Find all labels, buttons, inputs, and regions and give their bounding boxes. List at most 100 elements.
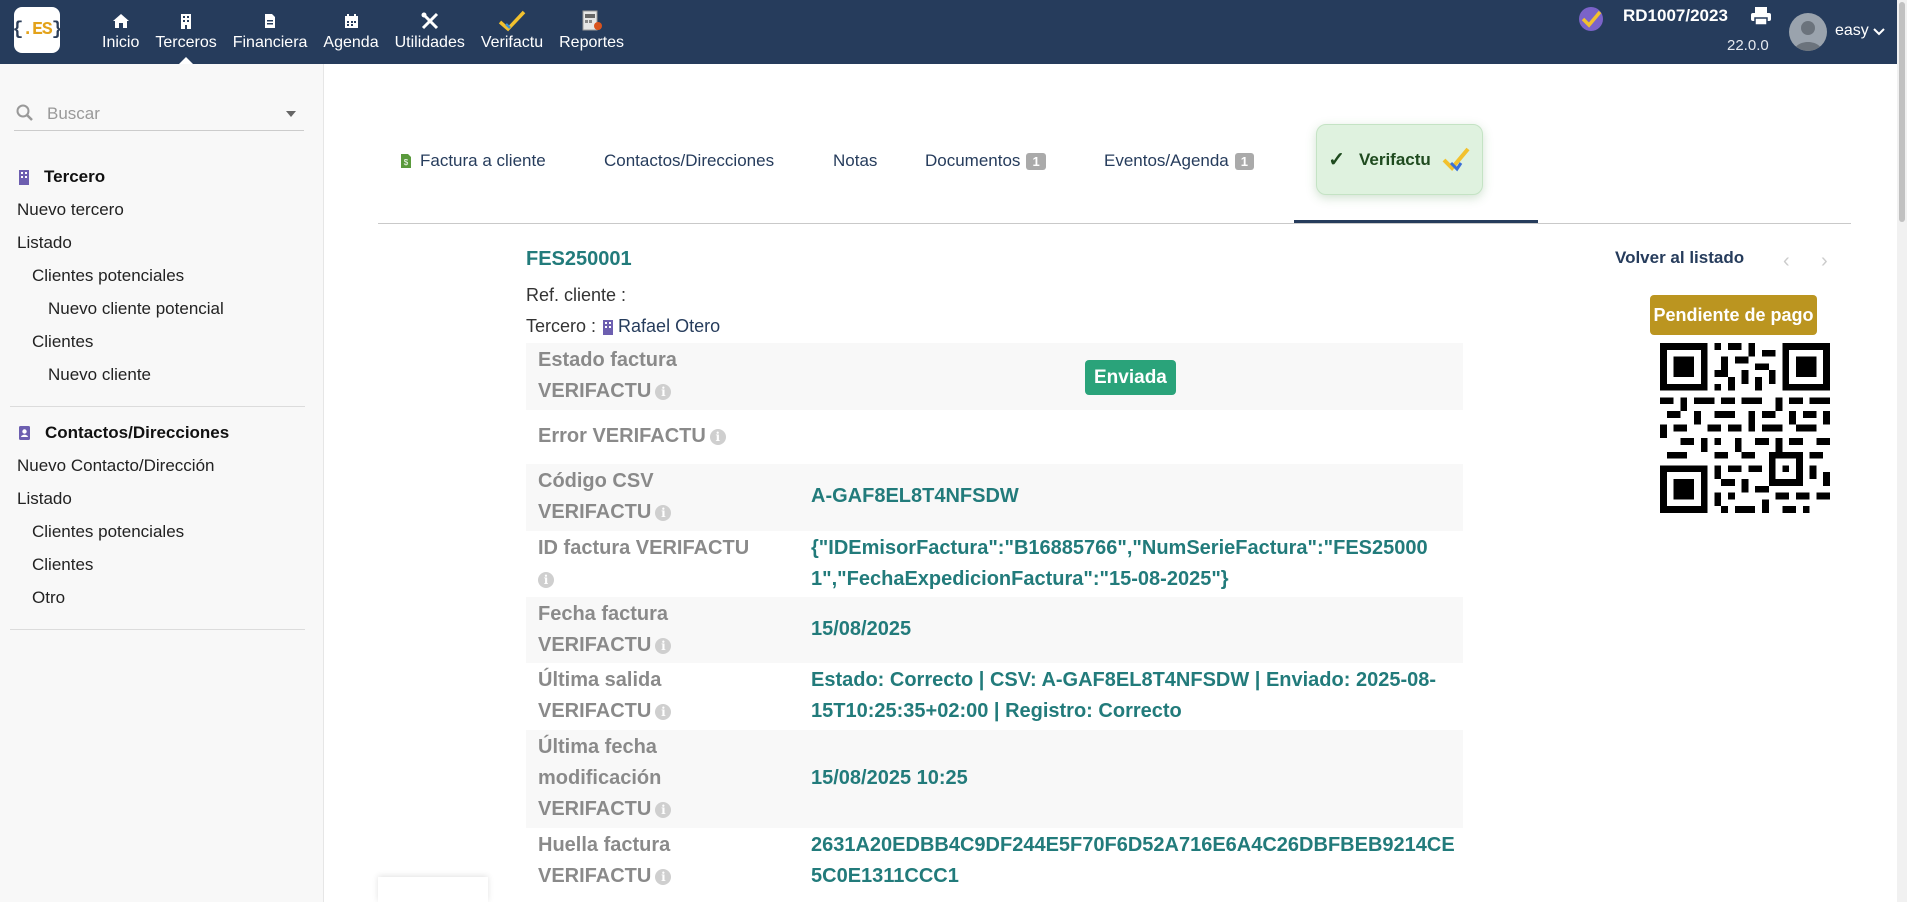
sidebar-item-otro[interactable]: Otro	[10, 581, 305, 614]
building-icon	[19, 169, 29, 185]
menu-label: Terceros	[155, 34, 217, 51]
field-label: Estado factura VERIFACTU i	[538, 349, 677, 402]
field-row-huella: Huella factura VERIFACTU i 2631A20EDBB4C9D…	[526, 828, 1463, 898]
address-book-icon	[19, 425, 30, 440]
sent-badge: Enviada	[1085, 360, 1176, 395]
page-scrollbar[interactable]	[1897, 0, 1907, 902]
info-icon[interactable]: i	[655, 801, 672, 818]
field-value: A-GAF8EL8T4NFSDW	[811, 485, 1019, 507]
sidebar-item-clientes-potenciales[interactable]: Clientes potenciales	[10, 259, 305, 292]
report-icon	[581, 10, 603, 32]
field-row-estado: Estado factura VERIFACTU i Enviada	[526, 343, 1463, 410]
menu-label: Reportes	[559, 34, 625, 51]
tab-verifactu[interactable]: ✓ Verifactu	[1316, 124, 1483, 195]
info-icon[interactable]: i	[655, 868, 672, 885]
user-avatar[interactable]	[1789, 13, 1827, 51]
tab-label: Documentos	[925, 151, 1021, 170]
menu-label: Agenda	[323, 34, 379, 51]
back-to-list-link[interactable]: Volver al listado	[1615, 248, 1744, 268]
field-value: 15/08/2025	[811, 618, 912, 640]
sidebar-item-clientes[interactable]: Clientes	[10, 325, 305, 358]
info-icon[interactable]: i	[538, 571, 554, 588]
active-tab-indicator	[1294, 220, 1538, 223]
left-sidebar: Buscar Tercero Nuevo tercero Listado Cli…	[0, 64, 324, 902]
top-navbar: {.ES} Inicio Terceros Financiera Agenda …	[0, 0, 1907, 64]
menu-label: Verifactu	[480, 34, 544, 51]
checkmark-icon: ✓	[1328, 149, 1345, 171]
field-label: Última salida VERIFACTU i	[538, 665, 783, 727]
logo-text: {.ES}	[12, 20, 62, 40]
invoice-ref: FES250001	[526, 248, 632, 270]
field-row-error: Error VERIFACTU i	[526, 410, 1463, 464]
user-name[interactable]: easy	[1835, 22, 1869, 40]
verifactu-fields-table: Estado factura VERIFACTU i Enviada Error V…	[526, 343, 1463, 898]
verifactu-status-icon[interactable]	[1576, 4, 1606, 39]
main-menu: Inicio Terceros Financiera Agenda Utilid…	[94, 0, 632, 64]
info-icon[interactable]: i	[655, 703, 672, 720]
sidebar-title-label: Contactos/Direcciones	[45, 422, 230, 442]
menu-terceros[interactable]: Terceros	[147, 0, 224, 64]
caret-down-icon[interactable]	[286, 111, 296, 117]
field-label: Error VERIFACTU i	[538, 421, 783, 452]
tab-bar: $ Factura a cliente Contactos/Direccione…	[378, 122, 1851, 224]
menu-inicio[interactable]: Inicio	[94, 0, 147, 64]
scrollbar-thumb[interactable]	[1899, 2, 1905, 222]
sidebar-item-clientes-potenciales[interactable]: Clientes potenciales	[10, 515, 305, 548]
sidebar-title-tercero[interactable]: Tercero	[10, 160, 305, 193]
tab-label: Verifactu	[1358, 149, 1431, 169]
app-logo[interactable]: {.ES}	[12, 7, 63, 53]
info-icon[interactable]: i	[655, 504, 672, 521]
invoice-icon: $	[401, 154, 411, 168]
sidebar-item-nuevo-contacto[interactable]: Nuevo Contacto/Dirección	[10, 449, 305, 482]
menu-financiera[interactable]: Financiera	[225, 0, 316, 64]
sidebar-item-clientes[interactable]: Clientes	[10, 548, 305, 581]
sidebar-item-nuevo-cliente-potencial[interactable]: Nuevo cliente potencial	[10, 292, 305, 325]
search-input[interactable]: Buscar	[47, 104, 100, 124]
tab-documentos[interactable]: Documentos 1	[925, 146, 1046, 176]
chevron-right-icon[interactable]: ›	[1821, 250, 1828, 273]
floating-panel[interactable]	[378, 877, 488, 902]
tab-notas[interactable]: Notas	[833, 146, 877, 176]
tab-label: Eventos/Agenda	[1104, 151, 1229, 170]
field-label: Huella factura VERIFACTU i	[538, 834, 672, 887]
version-label: 22.0.0	[1727, 37, 1769, 54]
field-label: Fecha factura VERIFACTU i	[538, 599, 783, 661]
tercero-label: Tercero :	[526, 316, 597, 336]
document-icon	[264, 10, 276, 32]
tools-icon	[421, 10, 439, 32]
tercero-link[interactable]: Rafael Otero	[618, 316, 720, 337]
menu-utilidades[interactable]: Utilidades	[387, 0, 473, 64]
tab-contactos[interactable]: Contactos/Direcciones	[604, 146, 774, 176]
info-icon[interactable]: i	[709, 428, 726, 445]
info-icon[interactable]: i	[655, 383, 672, 400]
field-value: {"IDEmisorFactura":"B16885766","NumSerie…	[811, 537, 1428, 590]
menu-agenda[interactable]: Agenda	[315, 0, 386, 64]
field-row-fecha: Fecha factura VERIFACTU i 15/08/2025	[526, 597, 1463, 663]
menu-verifactu[interactable]: Verifactu	[473, 0, 551, 64]
field-row-salida: Última salida VERIFACTU i Estado: Correcto…	[526, 663, 1463, 730]
sidebar-item-listado[interactable]: Listado	[10, 482, 305, 515]
sidebar-item-nuevo-tercero[interactable]: Nuevo tercero	[10, 193, 305, 226]
tab-label: Contactos/Direcciones	[604, 151, 775, 170]
menu-label: Utilidades	[394, 34, 465, 51]
sidebar-item-listado[interactable]: Listado	[10, 226, 305, 259]
info-icon[interactable]: i	[655, 637, 672, 654]
building-icon	[180, 10, 192, 32]
home-icon	[112, 10, 130, 32]
ref-cliente-label: Ref. cliente :	[526, 285, 627, 305]
count-badge: 1	[1026, 152, 1046, 170]
menu-label: Inicio	[102, 34, 140, 51]
sidebar-section-tercero: Tercero Nuevo tercero Listado Clientes p…	[10, 160, 305, 391]
tab-label: Notas	[833, 151, 878, 170]
sidebar-title-contactos[interactable]: Contactos/Direcciones	[10, 416, 305, 449]
search-field[interactable]: Buscar	[14, 100, 304, 131]
tab-factura[interactable]: $ Factura a cliente	[400, 146, 546, 176]
print-icon[interactable]	[1750, 6, 1772, 31]
tab-label: Factura a cliente	[420, 151, 546, 170]
tab-eventos[interactable]: Eventos/Agenda 1	[1104, 146, 1254, 176]
field-label: ID factura VERIFACTU i	[538, 537, 750, 588]
menu-reportes[interactable]: Reportes	[551, 0, 632, 64]
sidebar-item-nuevo-cliente[interactable]: Nuevo cliente	[10, 358, 305, 391]
chevron-left-icon[interactable]: ‹	[1783, 250, 1790, 273]
chevron-down-icon[interactable]	[1873, 24, 1885, 42]
